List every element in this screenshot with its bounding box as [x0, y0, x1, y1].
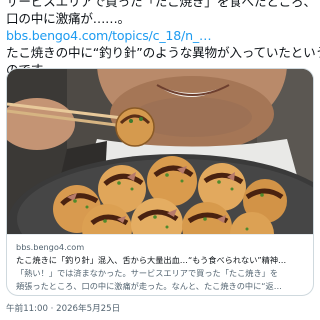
card-domain: bbs.bengo4.com: [16, 242, 85, 252]
card-description-line-1: 「熱い！」では済まなかった。サービスエリアで買った「たこ焼き」を: [16, 268, 279, 278]
link-preview-card[interactable]: bbs.bengo4.com たこ焼きに「釣り針」混入、舌から大量出血…“もう食…: [6, 68, 314, 296]
card-description-line-2: 頬張ったところ、口の中に激痛が走った。なんと、たこ焼きの中に“返…: [16, 281, 282, 291]
post-timestamp[interactable]: 午前11:00 · 2026年5月25日: [6, 302, 120, 314]
post-link[interactable]: bbs.bengo4.com/topics/c_18/n_…: [6, 27, 316, 44]
card-body[interactable]: bbs.bengo4.com たこ焼きに「釣り針」混入、舌から大量出血…“もう食…: [7, 234, 313, 295]
post-text: サービスエリアで買った「たこ焼き」を食べたところ、 口の中に激痛が……。 bbs…: [6, 0, 320, 78]
card-title[interactable]: たこ焼きに「釣り針」混入、舌から大量出血…“もう食べられない”精神…: [16, 254, 305, 267]
post-text-line-1: サービスエリアで買った「たこ焼き」を食べたところ、: [6, 0, 316, 9]
card-image[interactable]: [7, 69, 313, 234]
post-text-line-3: たこ焼きの中に“釣り針”のような異物が入っていたという: [6, 45, 320, 60]
post-text-line-2: 口の中に激痛が……。: [6, 11, 130, 26]
takoyaki-photo: [7, 69, 313, 234]
